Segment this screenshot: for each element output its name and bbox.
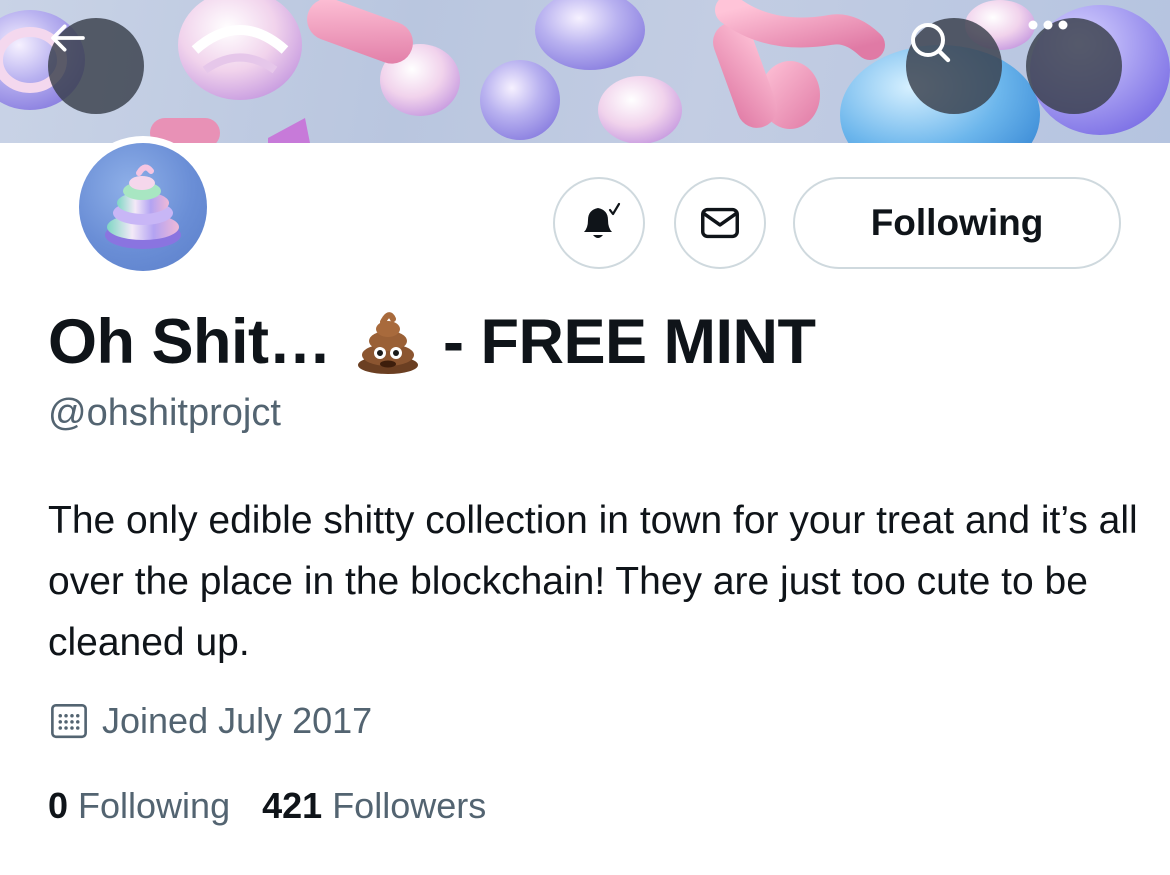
following-count-link[interactable]: 0 Following: [48, 785, 230, 827]
profile-handle: @ohshitprojct: [48, 392, 281, 434]
search-button[interactable]: [906, 18, 1002, 114]
pile-of-poo-icon: [353, 307, 423, 377]
followers-label: Followers: [332, 785, 487, 826]
ellipsis-icon: [1028, 20, 1068, 30]
joined-date: Joined July 2017: [48, 698, 372, 744]
notifications-button[interactable]: [553, 177, 645, 269]
followers-count: 421: [262, 785, 323, 826]
following-button[interactable]: Following: [793, 177, 1121, 269]
display-name-suffix: - FREE MINT: [442, 307, 816, 377]
more-options-button[interactable]: [1026, 18, 1122, 114]
bell-check-icon: [584, 202, 621, 238]
following-count: 0: [48, 785, 69, 826]
swirl-candy-avatar-art: [105, 164, 181, 249]
calendar-icon: [51, 703, 87, 739]
avatar[interactable]: [72, 136, 214, 278]
back-button[interactable]: [48, 18, 144, 114]
arrow-left-icon: [51, 24, 85, 52]
display-name: Oh Shit… - FREE MINT: [48, 304, 816, 380]
joined-label: Joined July 2017: [102, 700, 373, 741]
following-label: Following: [78, 785, 231, 826]
display-name-prefix: Oh Shit…: [48, 307, 331, 377]
search-icon: [911, 23, 951, 63]
follow-stats: 0 Following 421 Followers: [48, 782, 486, 830]
followers-count-link[interactable]: 421 Followers: [262, 785, 486, 827]
message-button[interactable]: [674, 177, 766, 269]
profile-bio: The only edible shitty collection in tow…: [48, 499, 1138, 664]
envelope-icon: [701, 207, 739, 239]
profile-banner: [0, 0, 1170, 143]
avatar-image: [79, 143, 207, 271]
